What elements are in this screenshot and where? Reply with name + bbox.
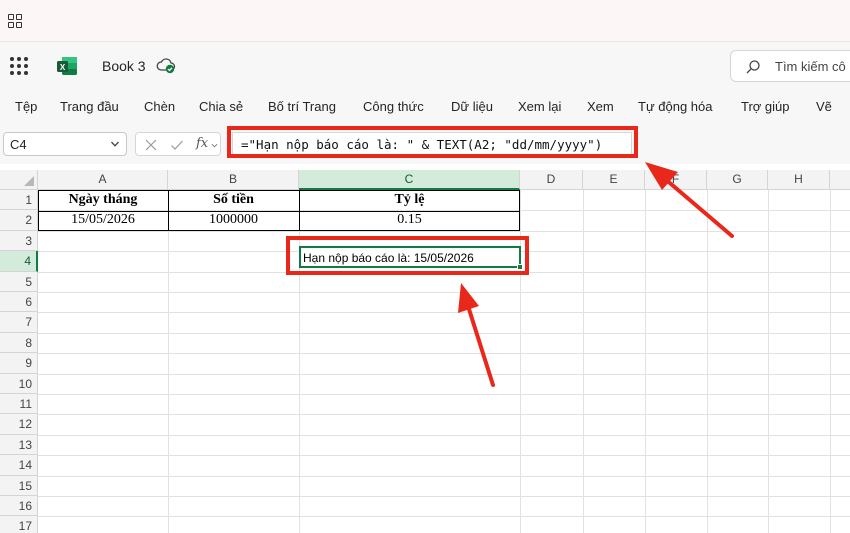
app-launcher-icon[interactable] (10, 57, 28, 75)
tab-help[interactable]: Trợ giúp (741, 99, 790, 114)
tab-view[interactable]: Xem (587, 99, 614, 114)
cell-a1[interactable]: Ngày tháng (38, 190, 168, 210)
search-placeholder: Tìm kiếm cô (775, 59, 846, 74)
svg-text:X: X (60, 63, 66, 72)
spreadsheet-grid[interactable]: A B C D E F G H 1 2 3 4 5 6 7 8 9 10 11 … (0, 164, 850, 533)
check-icon[interactable] (170, 138, 184, 152)
cell-highlight-box (286, 236, 529, 275)
formula-highlight-box (227, 126, 638, 158)
top-strip (0, 0, 850, 42)
chevron-down-icon[interactable] (211, 142, 218, 149)
row-header-6[interactable]: 6 (0, 292, 38, 313)
row-header-9[interactable]: 9 (0, 353, 38, 374)
column-header-c[interactable]: C (299, 170, 520, 190)
row-header-4[interactable]: 4 (0, 251, 38, 272)
cell-b1[interactable]: Số tiền (168, 190, 299, 210)
row-header-17[interactable]: 17 (0, 516, 38, 533)
tab-data[interactable]: Dữ liệu (451, 99, 493, 114)
row-header-5[interactable]: 5 (0, 271, 38, 292)
name-box-value: C4 (10, 137, 27, 152)
row-header-16[interactable]: 16 (0, 496, 38, 517)
tab-formulas[interactable]: Công thức (363, 99, 424, 114)
column-header-i[interactable] (830, 170, 850, 190)
row-header-11[interactable]: 11 (0, 394, 38, 415)
column-header-e[interactable]: E (583, 170, 645, 190)
formula-controls: fx (135, 132, 221, 156)
tab-home[interactable]: Trang đầu (60, 99, 119, 114)
search-icon (746, 60, 760, 74)
chevron-down-icon (111, 141, 119, 147)
cancel-icon[interactable] (144, 138, 158, 152)
row-header-10[interactable]: 10 (0, 373, 38, 394)
select-all-button[interactable] (0, 170, 38, 190)
tab-page-layout[interactable]: Bố trí Trang (268, 99, 336, 114)
tab-review[interactable]: Xem lại (518, 99, 561, 114)
insert-function-button[interactable]: fx (196, 136, 208, 151)
cell-b2[interactable]: 1000000 (168, 210, 299, 230)
column-header-h[interactable]: H (768, 170, 830, 190)
row-header-3[interactable]: 3 (0, 230, 38, 252)
tab-file[interactable]: Tệp (15, 99, 37, 114)
column-header-g[interactable]: G (707, 170, 768, 190)
ribbon-tabs: Tệp Trang đầu Chèn Chia sẻ Bố trí Trang … (0, 92, 850, 124)
tab-insert[interactable]: Chèn (144, 99, 175, 114)
workbook-title[interactable]: Book 3 (102, 58, 146, 74)
name-box[interactable]: C4 (3, 132, 127, 156)
apps-grid-icon[interactable] (8, 14, 22, 28)
cell-c1[interactable]: Tỷ lệ (299, 190, 520, 210)
column-header-b[interactable]: B (168, 170, 299, 190)
app-header: X Book 3 Tìm kiếm cô (0, 42, 850, 92)
row-header-1[interactable]: 1 (0, 190, 38, 211)
tab-automate[interactable]: Tự động hóa (638, 99, 712, 114)
tab-share[interactable]: Chia sẻ (199, 99, 243, 114)
row-header-13[interactable]: 13 (0, 434, 38, 456)
cell-a2[interactable]: 15/05/2026 (38, 210, 168, 230)
row-header-14[interactable]: 14 (0, 455, 38, 476)
row-header-7[interactable]: 7 (0, 312, 38, 333)
column-header-f[interactable]: F (645, 170, 707, 190)
column-header-a[interactable]: A (38, 170, 168, 190)
tab-draw[interactable]: Vẽ (816, 99, 832, 114)
cloud-saved-icon[interactable] (156, 57, 176, 75)
row-header-2[interactable]: 2 (0, 210, 38, 231)
row-header-12[interactable]: 12 (0, 414, 38, 435)
search-box[interactable]: Tìm kiếm cô (730, 50, 850, 82)
column-header-d[interactable]: D (520, 170, 583, 190)
row-header-8[interactable]: 8 (0, 332, 38, 354)
row-header-15[interactable]: 15 (0, 475, 38, 496)
excel-logo-icon: X (57, 57, 77, 75)
cell-c2[interactable]: 0.15 (299, 210, 520, 230)
